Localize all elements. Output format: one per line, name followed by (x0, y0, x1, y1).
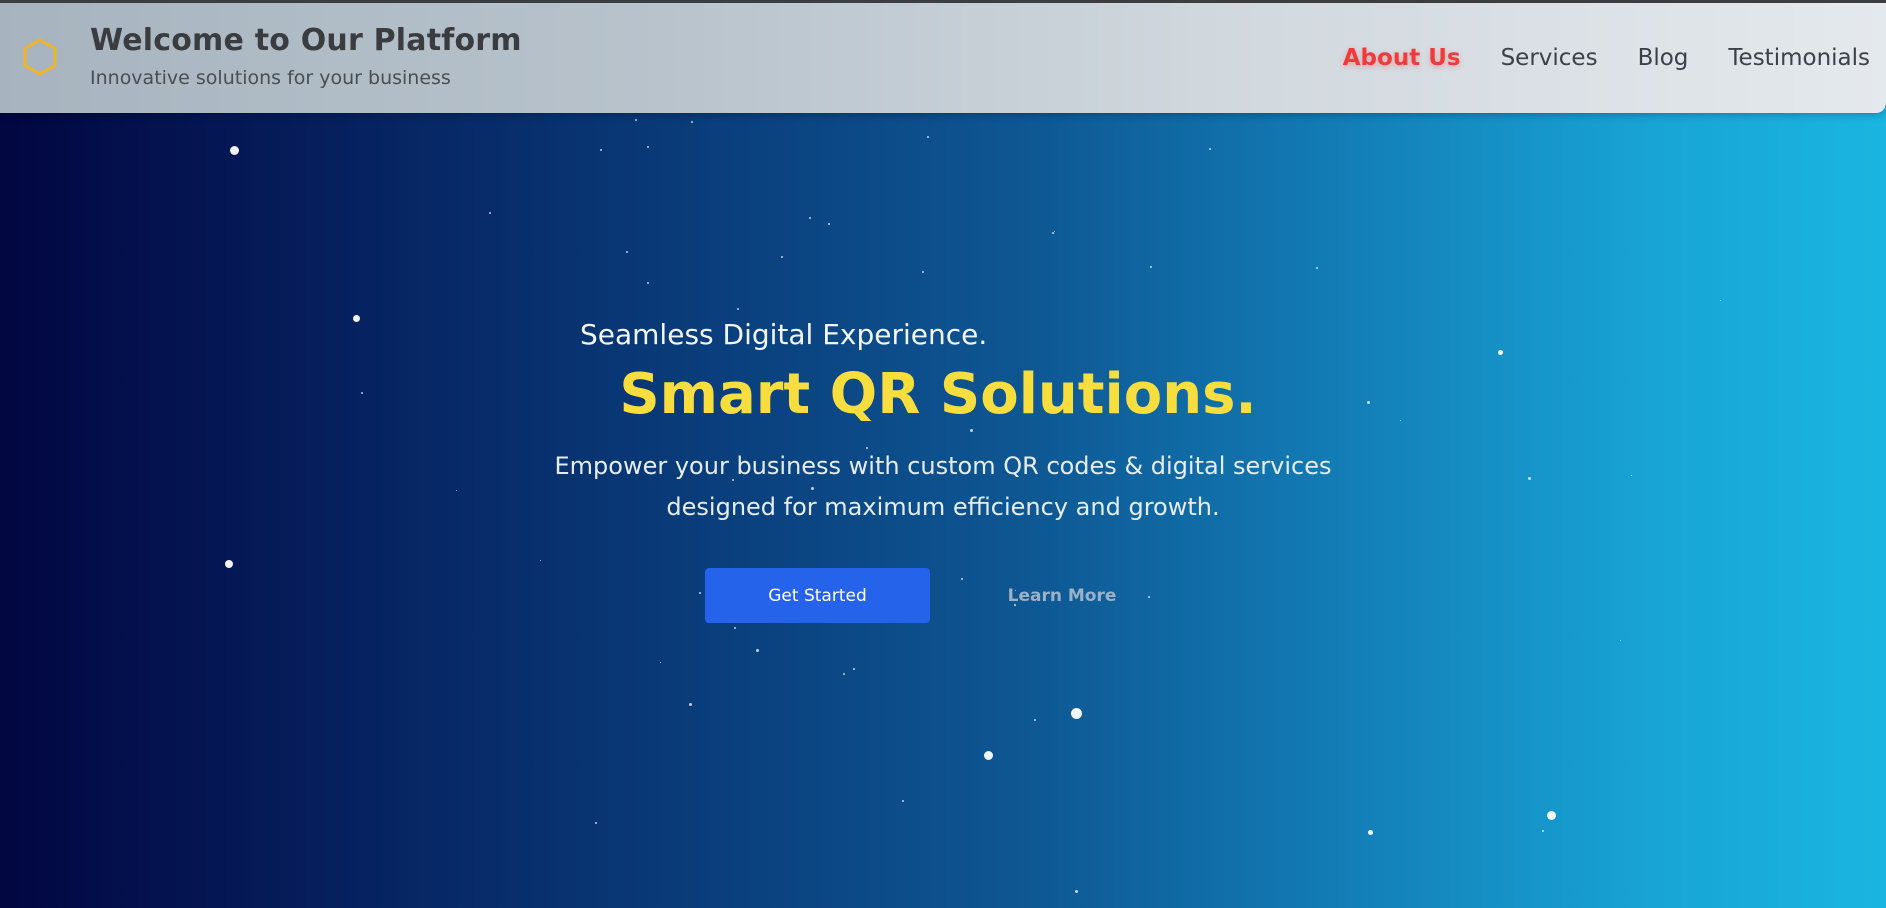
nav-testimonials[interactable]: Testimonials (1728, 45, 1870, 71)
window-top-border (0, 0, 1886, 3)
main-nav: About Us Services Blog Testimonials (1343, 45, 1870, 71)
site-header: Welcome to Our Platform Innovative solut… (0, 3, 1886, 113)
hero-headline: Smart QR Solutions. (619, 362, 1257, 427)
site-subtitle: Innovative solutions for your business (90, 67, 451, 89)
nav-services[interactable]: Services (1501, 45, 1598, 71)
nav-about-us[interactable]: About Us (1343, 45, 1461, 71)
hero-content: Seamless Digital Experience. Smart QR So… (0, 0, 1886, 908)
learn-more-button[interactable]: Learn More (988, 568, 1136, 623)
hero-description: Empower your business with custom QR cod… (554, 452, 1332, 521)
hero-eyebrow: Seamless Digital Experience. (580, 318, 988, 351)
hexagon-icon[interactable] (20, 37, 60, 77)
get-started-button[interactable]: Get Started (705, 568, 930, 623)
nav-blog[interactable]: Blog (1638, 45, 1689, 71)
site-title: Welcome to Our Platform (90, 23, 522, 58)
